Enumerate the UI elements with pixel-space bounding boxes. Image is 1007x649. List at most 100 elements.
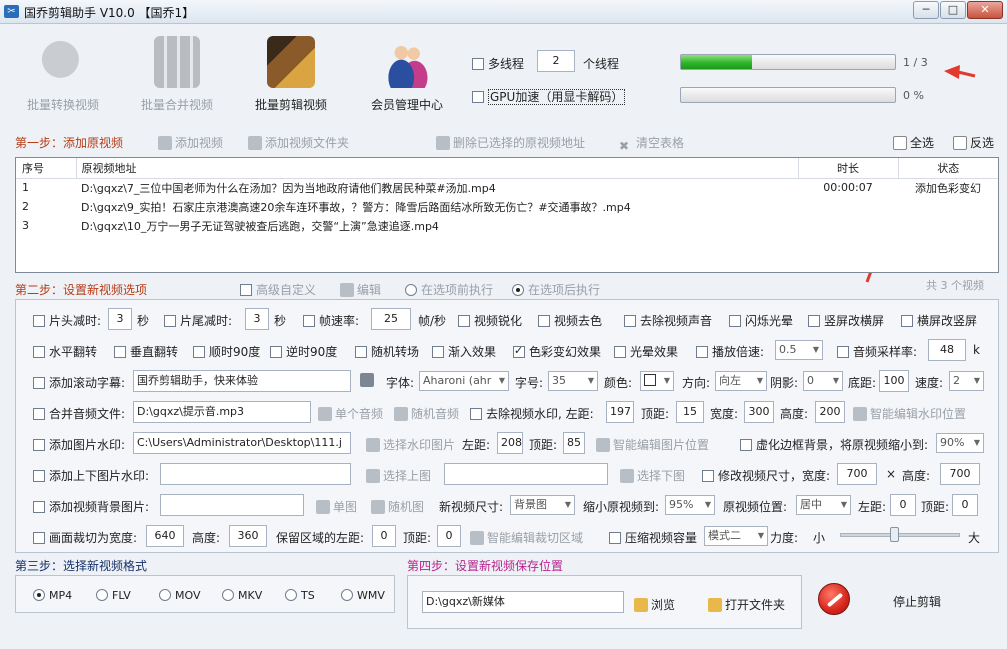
- resize-height-input[interactable]: 700: [940, 463, 980, 485]
- table-row[interactable]: 2 D:\gqxz\9_实拍！石家庄京港澳高速20余车连环事故，？警方：降雪后路面…: [16, 197, 998, 216]
- vflip-checkbox[interactable]: 垂直翻转: [114, 343, 178, 360]
- wm-width-input[interactable]: 300: [744, 401, 774, 423]
- cw90-checkbox[interactable]: 顺时90度: [193, 343, 260, 360]
- exec-before-radio[interactable]: 在选项前执行: [405, 281, 493, 298]
- bg-left-input[interactable]: 0: [890, 494, 916, 516]
- sample-rate-checkbox[interactable]: 音频采样率:: [837, 343, 917, 360]
- bg-image-checkbox[interactable]: 添加视频背景图片:: [33, 498, 149, 515]
- col-duration[interactable]: 时长: [798, 158, 899, 178]
- h2v-checkbox[interactable]: 横屏改竖屏: [901, 312, 977, 329]
- compress-checkbox[interactable]: 压缩视频容量: [609, 529, 697, 546]
- scroll-speed-select[interactable]: 2: [949, 371, 984, 391]
- format-mkv-radio[interactable]: MKV: [222, 589, 262, 602]
- choose-wm-image-button[interactable]: 选择水印图片: [366, 436, 455, 453]
- keep-top-input[interactable]: 0: [437, 525, 461, 547]
- decolor-checkbox[interactable]: 视频去色: [538, 312, 602, 329]
- ccw90-checkbox[interactable]: 逆时90度: [270, 343, 337, 360]
- shrink-select[interactable]: 95%: [665, 495, 715, 515]
- single-bg-button[interactable]: 单图: [316, 498, 357, 515]
- format-ts-radio[interactable]: TS: [285, 589, 315, 602]
- invert-select-button[interactable]: 反选: [953, 134, 994, 151]
- img-top-input[interactable]: 85: [563, 432, 585, 454]
- wm-height-input[interactable]: 200: [815, 401, 845, 423]
- mute-checkbox[interactable]: 去除视频声音: [624, 312, 712, 329]
- image-path-input[interactable]: C:\Users\Administrator\Desktop\111.j: [133, 432, 351, 454]
- fps-checkbox[interactable]: 帧速率:: [303, 312, 359, 329]
- glow-effect-checkbox[interactable]: 光晕效果: [614, 343, 678, 360]
- choose-down-image-button[interactable]: 选择下图: [620, 467, 685, 484]
- force-slider[interactable]: [840, 533, 960, 537]
- save-path-input[interactable]: D:\gqxz\新媒体: [422, 591, 624, 613]
- color-shift-checkbox[interactable]: 色彩变幻效果: [513, 343, 601, 360]
- random-audio-button[interactable]: 随机音频: [394, 405, 459, 422]
- blur-border-checkbox[interactable]: 虚化边框背景，将原视频缩小到:: [740, 436, 928, 453]
- format-mp4-radio[interactable]: MP4: [33, 589, 72, 602]
- tail-cut-input[interactable]: 3: [245, 308, 269, 330]
- resize-width-input[interactable]: 700: [837, 463, 877, 485]
- head-cut-checkbox[interactable]: 片头减时:: [33, 312, 101, 329]
- resize-checkbox[interactable]: 修改视频尺寸，宽度:: [702, 467, 830, 484]
- speed-checkbox[interactable]: 播放倍速:: [696, 343, 764, 360]
- speed-select[interactable]: 0.5: [775, 340, 823, 360]
- scroll-subtitle-checkbox[interactable]: 添加滚动字幕:: [33, 374, 125, 391]
- format-wmv-radio[interactable]: WMV: [341, 589, 385, 602]
- edit-button[interactable]: 编辑: [340, 281, 381, 298]
- hflip-checkbox[interactable]: 水平翻转: [33, 343, 97, 360]
- delete-selected-button[interactable]: 删除已选择的原视频地址: [436, 134, 585, 151]
- tail-cut-checkbox[interactable]: 片尾减时:: [164, 312, 232, 329]
- advanced-custom-checkbox[interactable]: 高级自定义: [240, 281, 316, 298]
- direction-select[interactable]: 向左: [715, 371, 767, 391]
- font-select[interactable]: Aharoni (ahr: [419, 371, 509, 391]
- img-left-input[interactable]: 208: [497, 432, 523, 454]
- smart-wm-position-button[interactable]: 智能编辑水印位置: [853, 405, 966, 422]
- color-select[interactable]: [640, 371, 674, 391]
- up-image-input[interactable]: [160, 463, 351, 485]
- stop-icon[interactable]: [818, 583, 850, 615]
- size-select[interactable]: 35: [548, 371, 598, 391]
- format-flv-radio[interactable]: FLV: [96, 589, 131, 602]
- format-mov-radio[interactable]: MOV: [159, 589, 200, 602]
- bottom-input[interactable]: 100: [879, 370, 909, 392]
- table-row[interactable]: 3 D:\gqxz\10_万宁一男子无证驾驶被查后逃跑，交警“上演”急速追逐.mp…: [16, 216, 998, 235]
- add-folder-button[interactable]: 添加视频文件夹: [248, 134, 349, 151]
- force-slider-thumb[interactable]: [890, 527, 899, 542]
- keep-left-input[interactable]: 0: [372, 525, 396, 547]
- crop-width-input[interactable]: 640: [146, 525, 184, 547]
- fade-in-checkbox[interactable]: 渐入效果: [432, 343, 496, 360]
- scroll-text-input[interactable]: 国乔剪辑助手，快来体验: [133, 370, 351, 392]
- flash-glow-checkbox[interactable]: 闪烁光晕: [729, 312, 793, 329]
- new-size-select[interactable]: 背景图: [510, 495, 575, 515]
- position-select[interactable]: 居中: [796, 495, 851, 515]
- image-watermark-checkbox[interactable]: 添加图片水印:: [33, 436, 125, 453]
- wm-left-input[interactable]: 197: [606, 401, 634, 423]
- random-transition-checkbox[interactable]: 随机转场: [355, 343, 419, 360]
- blur-scale-select[interactable]: 90%: [936, 433, 984, 453]
- wm-top-input[interactable]: 15: [676, 401, 704, 423]
- browse-button[interactable]: 浏览: [634, 596, 675, 613]
- choose-up-image-button[interactable]: 选择上图: [366, 467, 431, 484]
- table-row[interactable]: 1 D:\gqxz\7_三位中国老师为什么在汤加？因为当地政府请他们教居民种菜#汤…: [16, 178, 998, 197]
- sharpen-checkbox[interactable]: 视频锐化: [458, 312, 522, 329]
- single-audio-button[interactable]: 单个音频: [318, 405, 383, 422]
- exec-after-radio[interactable]: 在选项后执行: [512, 281, 600, 298]
- video-table[interactable]: 序号 原视频地址 时长 状态 1 D:\gqxz\7_三位中国老师为什么在汤加？因…: [15, 157, 999, 273]
- v2h-checkbox[interactable]: 竖屏改横屏: [808, 312, 884, 329]
- open-folder-button[interactable]: 打开文件夹: [708, 596, 785, 613]
- text-format-icon[interactable]: [360, 373, 377, 387]
- fps-input[interactable]: 25: [371, 308, 411, 330]
- remove-watermark-checkbox[interactable]: 去除视频水印, 左距:: [470, 405, 594, 422]
- col-index[interactable]: 序号: [16, 158, 77, 178]
- smart-image-position-button[interactable]: 智能编辑图片位置: [596, 436, 709, 453]
- head-cut-input[interactable]: 3: [108, 308, 132, 330]
- add-video-button[interactable]: 添加视频: [158, 134, 223, 151]
- merge-audio-checkbox[interactable]: 合并音频文件:: [33, 405, 125, 422]
- audio-path-input[interactable]: D:\gqxz\提示音.mp3: [133, 401, 311, 423]
- bg-image-input[interactable]: [160, 494, 304, 516]
- select-all-button[interactable]: 全选: [893, 134, 934, 151]
- smart-crop-button[interactable]: 智能编辑裁切区域: [470, 529, 583, 546]
- clear-table-button[interactable]: ✖ 清空表格: [619, 134, 684, 153]
- compress-mode-select[interactable]: 模式二: [704, 526, 768, 546]
- sample-rate-input[interactable]: 48: [928, 339, 966, 361]
- random-bg-button[interactable]: 随机图: [371, 498, 424, 515]
- down-image-input[interactable]: [444, 463, 608, 485]
